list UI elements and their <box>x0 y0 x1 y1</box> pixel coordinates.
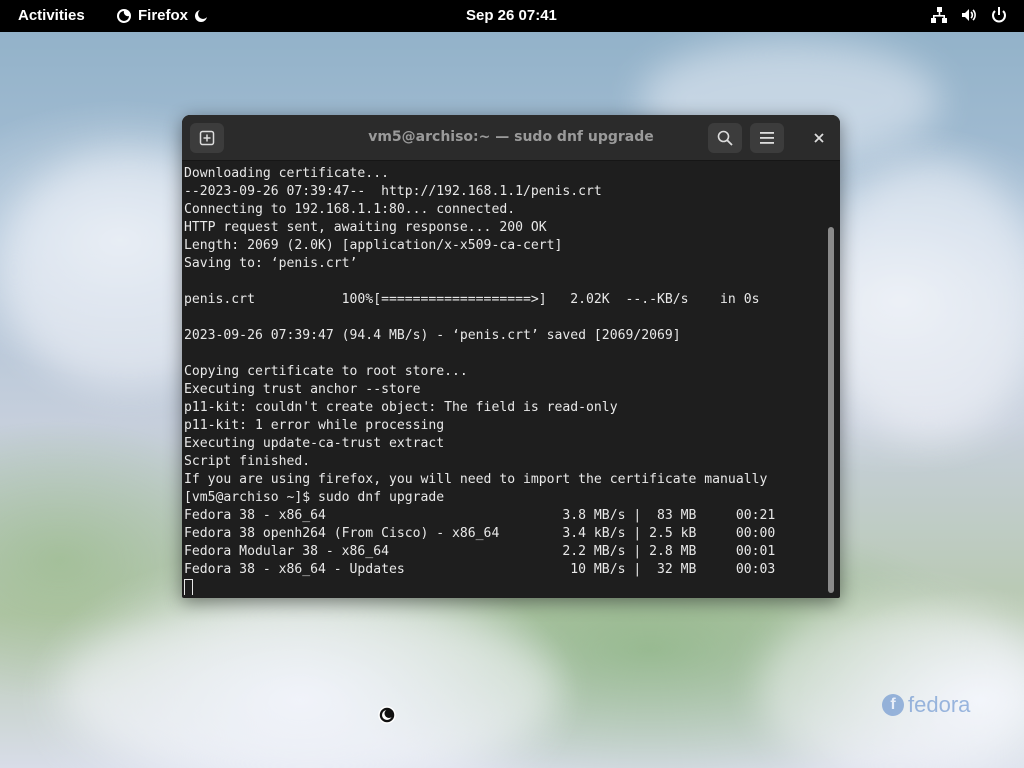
volume-icon[interactable] <box>960 6 978 24</box>
system-tray[interactable] <box>930 6 1008 24</box>
power-icon[interactable] <box>990 6 1008 24</box>
terminal-line: Fedora 38 - x86_64 3.8 MB/s | 83 MB 00:2… <box>184 508 776 523</box>
terminal-prompt-line[interactable] <box>184 579 824 595</box>
night-light-icon <box>378 706 396 724</box>
terminal-window[interactable]: vm5@archiso:~ — sudo dnf upgrade Downloa… <box>182 115 840 598</box>
app-name: Firefox <box>138 7 189 24</box>
search-button[interactable] <box>708 123 742 153</box>
hamburger-menu-icon <box>759 131 775 145</box>
fedora-logo-text: fedora <box>908 692 971 717</box>
terminal-line: 2023-09-26 07:39:47 (94.4 MB/s) - ‘penis… <box>184 328 681 343</box>
terminal-line: --2023-09-26 07:39:47-- http://192.168.1… <box>184 184 602 199</box>
terminal-line: Fedora Modular 38 - x86_64 2.2 MB/s | 2.… <box>184 544 776 559</box>
firefox-icon <box>116 8 132 24</box>
terminal-output[interactable]: Downloading certificate... --2023-09-26 0… <box>184 165 824 595</box>
terminal-line: Executing trust anchor --store <box>184 382 421 397</box>
clock[interactable]: Sep 26 07:41 <box>466 7 557 24</box>
terminal-line: Downloading certificate... <box>184 166 389 181</box>
top-bar: Activities Firefox Sep 26 07:41 <box>0 0 1024 32</box>
scrollbar[interactable] <box>828 227 834 593</box>
terminal-line: Saving to: ‘penis.crt’ <box>184 256 358 271</box>
terminal-line: Connecting to 192.168.1.1:80... connecte… <box>184 202 516 217</box>
terminal-line: Fedora 38 - x86_64 - Updates 10 MB/s | 3… <box>184 562 776 577</box>
terminal-line: Copying certificate to root store... <box>184 364 468 379</box>
terminal-line: Length: 2069 (2.0K) [application/x-x509-… <box>184 238 563 253</box>
close-icon <box>813 132 825 144</box>
network-icon[interactable] <box>930 6 948 24</box>
fedora-logo: f fedora <box>882 692 970 718</box>
terminal-line: Executing update-ca-trust extract <box>184 436 445 451</box>
terminal-line: Fedora 38 openh264 (From Cisco) - x86_64… <box>184 526 776 541</box>
terminal-line: If you are using firefox, you will need … <box>184 472 768 487</box>
night-light-icon <box>194 8 209 23</box>
close-button[interactable] <box>802 123 836 153</box>
search-icon <box>717 130 733 146</box>
text-cursor <box>184 579 193 595</box>
terminal-line: p11-kit: couldn't create object: The fie… <box>184 400 618 415</box>
menu-button[interactable] <box>750 123 784 153</box>
terminal-line: Script finished. <box>184 454 311 469</box>
app-menu[interactable]: Firefox <box>116 7 209 24</box>
terminal-line: p11-kit: 1 error while processing <box>184 418 445 433</box>
activities-button[interactable]: Activities <box>18 7 85 24</box>
fedora-icon: f <box>882 694 904 716</box>
title-bar[interactable]: vm5@archiso:~ — sudo dnf upgrade <box>182 115 840 161</box>
terminal-line: HTTP request sent, awaiting response... … <box>184 220 547 235</box>
terminal-line: [vm5@archiso ~]$ sudo dnf upgrade <box>184 490 445 505</box>
terminal-line: penis.crt 100%[===================>] 2.0… <box>184 292 760 307</box>
